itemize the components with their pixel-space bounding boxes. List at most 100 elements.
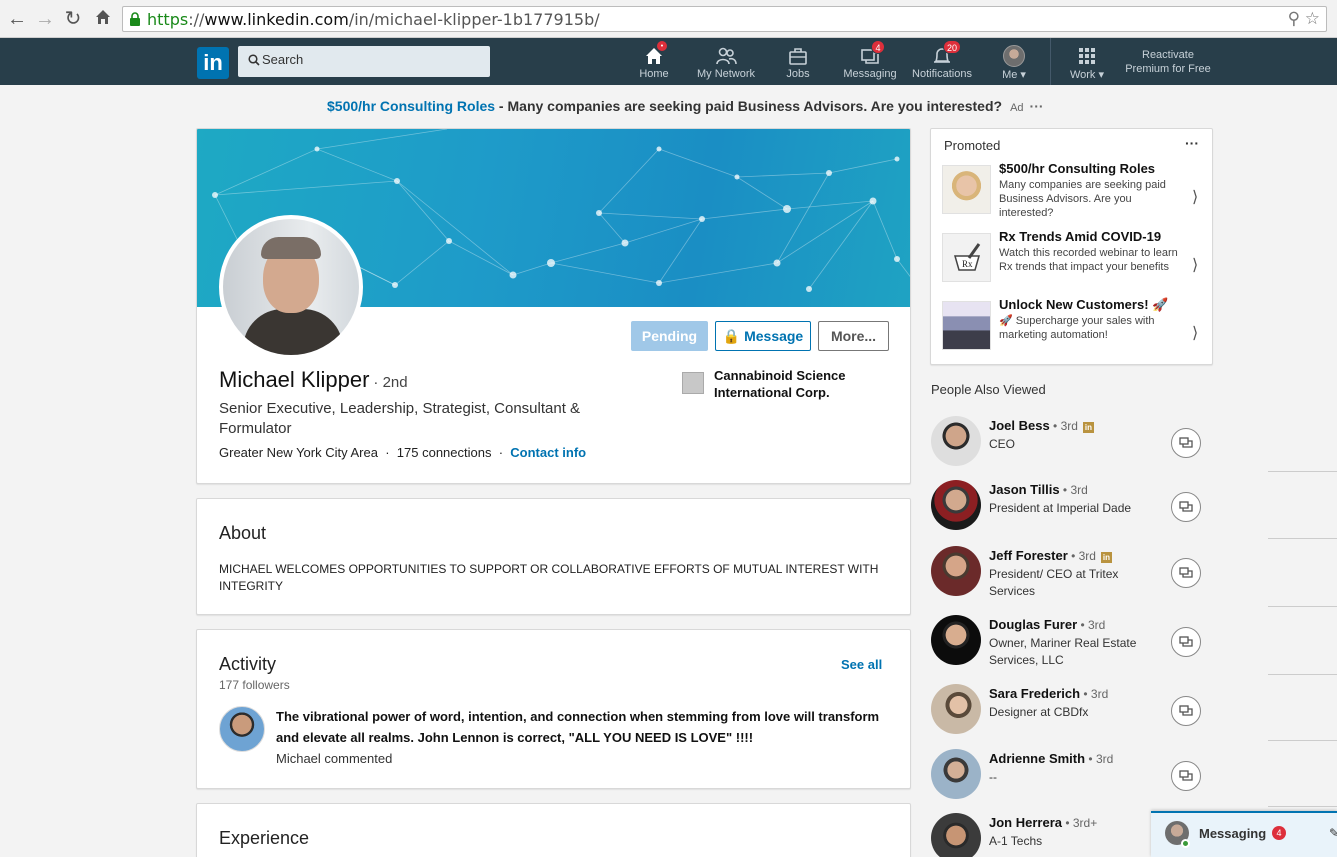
profile-headline: Senior Executive, Leadership, Strategist… [219,400,581,437]
reactivate-premium-link[interactable]: Reactivate Premium for Free [1120,48,1216,76]
people-also-viewed-item[interactable]: Douglas Furer • 3rd Owner, Mariner Real … [931,615,1211,673]
reload-icon[interactable]: ↻ [62,8,84,30]
nav-work[interactable]: Work ▾ [1060,40,1114,84]
promoted-item[interactable]: Rx Rx Trends Amid COVID-19 Watch this re… [942,229,1207,293]
rx-mortar-icon: Rx [942,233,991,282]
person-message-button[interactable] [1171,492,1201,522]
more-button[interactable]: More... [818,321,889,351]
search-box[interactable] [238,46,490,77]
rail-divider [1268,740,1337,741]
people-also-viewed-item[interactable]: Sara Frederich • 3rd Designer at CBDfx [931,684,1211,742]
nav-home[interactable]: • Home [630,40,678,84]
rail-divider [1268,471,1337,472]
pending-button[interactable]: Pending [631,321,708,351]
meta-separator: · [385,445,390,460]
post-text[interactable]: The vibrational power of word, intention… [276,706,886,748]
nav-my-network[interactable]: My Network [690,40,762,84]
experience-title: Experience [219,828,310,848]
compose-icon[interactable]: ✎ [1329,826,1337,840]
search-icon [248,54,260,66]
home-badge: • [656,40,668,52]
marketing-automation-thumbnail [942,301,991,350]
contact-info-link[interactable]: Contact info [510,445,586,460]
people-also-viewed-item[interactable]: Joel Bess • 3rd in CEO [931,416,1211,474]
rail-divider [1268,538,1337,539]
top-ad-link[interactable]: $500/hr Consulting Roles [327,98,495,114]
bookmark-star-icon[interactable]: ☆ [1305,9,1320,28]
top-ad-more-icon[interactable]: ··· [1030,98,1044,114]
messaging-label: Messaging [1199,826,1267,841]
person-name-row: Jon Herrera • 3rd+ [989,815,1097,830]
message-button[interactable]: 🔒 Message [715,321,811,351]
person-name: Joel Bess [989,418,1050,433]
person-avatar [931,416,981,466]
chevron-right-icon: ⟩ [1192,189,1199,206]
nav-my-network-label: My Network [696,68,756,80]
premium-line1: Reactivate [1142,49,1194,61]
person-title: -- [989,770,997,784]
person-avatar [931,684,981,734]
profile-location: Greater New York City Area [219,445,378,460]
nav-messaging[interactable]: 4 Messaging [838,40,902,84]
nav-me-label: Me ▾ [1002,69,1026,81]
about-text: MICHAEL WELCOMES OPPORTUNITIES TO SUPPOR… [219,562,879,593]
back-arrow-icon[interactable]: ← [6,8,28,30]
briefcase-icon [789,48,807,65]
messaging-bar-badge: 4 [1272,826,1286,840]
messaging-overlay-bar[interactable]: Messaging 4 ✎ [1151,811,1337,857]
nav-home-label: Home [639,68,669,80]
person-degree: • 3rd [1077,618,1106,632]
person-name-row: Jeff Forester • 3rd in [989,548,1112,563]
nav-notifications[interactable]: 20 Notifications [906,40,978,84]
promoted-card: Promoted ··· $500/hr Consulting Roles Ma… [930,128,1213,365]
online-status-icon [1181,839,1190,848]
nav-notifications-label: Notifications [912,68,972,80]
promoted-item[interactable]: Unlock New Customers! 🚀 🚀 Supercharge yo… [942,297,1207,361]
profile-photo[interactable] [219,215,363,359]
people-icon [716,47,737,65]
search-input[interactable] [262,52,482,67]
promoted-headline: $500/hr Consulting Roles [999,161,1156,176]
post-author-avatar[interactable] [219,706,265,752]
nav-me[interactable]: Me ▾ [992,40,1036,84]
person-degree: • 3rd [1067,549,1096,563]
address-bar[interactable]: https://www.linkedin.com/in/michael-klip… [122,6,1327,32]
person-title: President/ CEO at Tritex Services [989,567,1119,598]
promoted-more-icon[interactable]: ··· [1185,135,1199,151]
person-message-button[interactable] [1171,627,1201,657]
nav-work-label: Work ▾ [1069,69,1105,81]
person-name-row: Jason Tillis • 3rd [989,482,1088,497]
promoted-body: Watch this recorded webinar to learn Rx … [999,247,1178,273]
promoted-thumbnail [942,165,991,214]
person-message-button[interactable] [1171,696,1201,726]
person-message-button[interactable] [1171,761,1201,791]
message-icon [1179,437,1193,448]
person-degree: • 3rd [1049,419,1078,433]
nav-jobs[interactable]: Jobs [774,40,822,84]
person-avatar [931,480,981,530]
person-avatar [931,546,981,596]
followers-count: 177 followers [219,678,290,692]
person-message-button[interactable] [1171,558,1201,588]
people-also-viewed-item[interactable]: Jeff Forester • 3rd in President/ CEO at … [931,546,1211,604]
rail-divider [1268,606,1337,607]
forward-arrow-icon[interactable]: → [34,8,56,30]
people-also-viewed-item[interactable]: Adrienne Smith • 3rd -- [931,749,1211,807]
promoted-item[interactable]: $500/hr Consulting Roles Many companies … [942,161,1207,225]
person-message-button[interactable] [1171,428,1201,458]
home-icon[interactable] [92,8,114,30]
profile-name-row: Michael Klipper · 2nd [219,367,408,393]
zoom-icon[interactable]: ⚲ [1288,9,1300,28]
linkedin-logo[interactable]: in [197,47,229,79]
top-ad-text[interactable]: Many companies are seeking paid Business… [508,98,1003,114]
person-name: Jeff Forester [989,548,1068,563]
profile-connections[interactable]: 175 connections [397,445,492,460]
notifications-badge: 20 [943,40,962,54]
me-avatar [1003,45,1025,67]
people-also-viewed-item[interactable]: Jason Tillis • 3rd President at Imperial… [931,480,1211,538]
person-name-row: Douglas Furer • 3rd [989,617,1105,632]
message-icon [1179,705,1193,716]
promoted-title: Promoted [944,138,1001,153]
browser-toolbar: ← → ↻ https://www.linkedin.com/in/michae… [0,0,1337,38]
see-all-link[interactable]: See all [841,657,882,672]
